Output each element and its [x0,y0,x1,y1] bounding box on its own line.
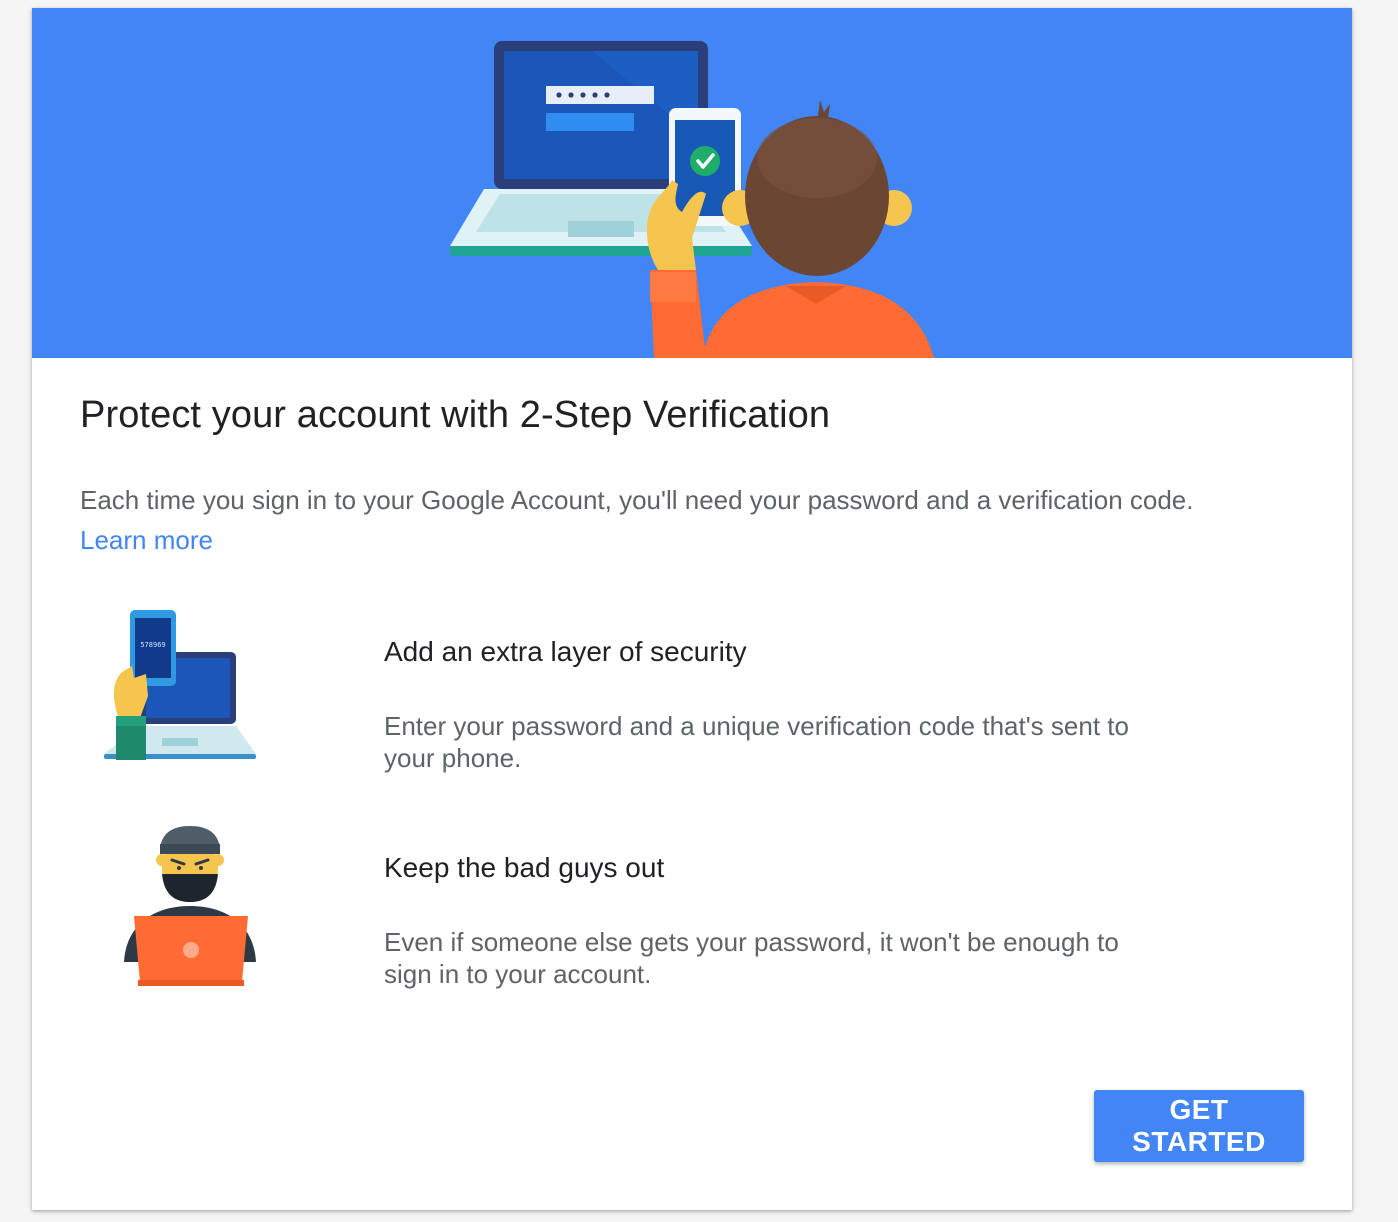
phone-code-laptop-icon: 578969 [104,610,256,760]
feature-title-security: Add an extra layer of security [384,636,747,667]
learn-more-link[interactable]: Learn more [80,520,213,560]
feature-desc-security: Enter your password and a unique verific… [384,711,1129,773]
feature-title-bad-guys: Keep the bad guys out [384,852,665,883]
feature-desc-bad-guys: Even if someone else gets your password,… [384,927,1119,989]
hacker-icon [124,826,256,986]
hero-banner [32,8,1352,358]
get-started-button[interactable]: GET STARTED [1094,1090,1304,1162]
hero-illustration [450,41,934,358]
two-step-verification-card: Protect your account with 2-Step Verific… [32,8,1352,1210]
description-text: Each time you sign in to your Google Acc… [80,485,1194,515]
page-title: Protect your account with 2-Step Verific… [80,394,831,436]
verification-code: 578969 [140,641,165,649]
description: Each time you sign in to your Google Acc… [80,480,1310,560]
